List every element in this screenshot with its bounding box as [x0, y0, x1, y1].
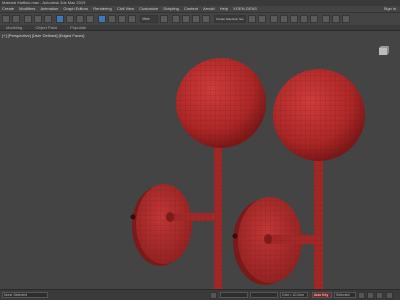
- render-frame-icon[interactable]: [332, 15, 340, 23]
- named-selection-sets-dropdown[interactable]: Create Selection Set: [214, 15, 246, 23]
- placement-icon[interactable]: [128, 15, 136, 23]
- spinner-snap-icon[interactable]: [202, 15, 210, 23]
- render-production-icon[interactable]: [342, 15, 350, 23]
- lamp-right-screw-hole: [232, 233, 238, 239]
- snap-toggle-icon[interactable]: [172, 15, 180, 23]
- x-coordinate-field[interactable]: [220, 292, 248, 298]
- schematic-view-icon[interactable]: [300, 15, 308, 23]
- reference-coordinate-dropdown[interactable]: View: [140, 15, 158, 23]
- rotate-icon[interactable]: [108, 15, 116, 23]
- angle-snap-icon[interactable]: [182, 15, 190, 23]
- align-icon[interactable]: [258, 15, 266, 23]
- move-icon[interactable]: [98, 15, 106, 23]
- render-setup-icon[interactable]: [322, 15, 330, 23]
- curve-editor-icon[interactable]: [290, 15, 298, 23]
- go-to-end-icon[interactable]: [376, 292, 383, 299]
- lock-selection-icon[interactable]: [210, 292, 217, 299]
- selection-status: None Selected: [2, 292, 48, 298]
- status-bar: None Selected Grid = 10.0cm Auto Key Sel…: [0, 289, 400, 300]
- mirror-icon[interactable]: [248, 15, 256, 23]
- layer-explorer-icon[interactable]: [270, 15, 278, 23]
- selected-dropdown[interactable]: Selected: [334, 292, 356, 298]
- play-icon[interactable]: [367, 292, 374, 299]
- auto-key-button[interactable]: Auto Key: [312, 292, 332, 298]
- lamp-right-arm-collar: [264, 234, 272, 244]
- select-by-name-icon[interactable]: [66, 15, 74, 23]
- lamp-left-screw-hole: [130, 214, 136, 220]
- select-object-icon[interactable]: [56, 15, 64, 23]
- unlink-icon[interactable]: [34, 15, 42, 23]
- lamp-left-arm-collar: [166, 212, 174, 222]
- y-coordinate-field[interactable]: [250, 292, 278, 298]
- material-editor-icon[interactable]: [310, 15, 318, 23]
- zoom-extents-icon[interactable]: [386, 292, 393, 299]
- go-to-start-icon[interactable]: [358, 292, 365, 299]
- perspective-viewport[interactable]: [+] [Perspective] [User Defined] [Edged …: [0, 31, 400, 289]
- link-icon[interactable]: [24, 15, 32, 23]
- grid-spacing-readout: Grid = 10.0cm: [280, 292, 308, 298]
- scale-icon[interactable]: [118, 15, 126, 23]
- selection-region-icon[interactable]: [76, 15, 84, 23]
- redo-icon[interactable]: [12, 15, 20, 23]
- pivot-icon[interactable]: [160, 15, 168, 23]
- toggle-ribbon-icon[interactable]: [280, 15, 288, 23]
- window-crossing-icon[interactable]: [86, 15, 94, 23]
- scene-canvas: [130, 58, 365, 289]
- percent-snap-icon[interactable]: [192, 15, 200, 23]
- window-title: Material Maffulo.max - Autodesk 3ds Max …: [2, 0, 86, 5]
- main-toolbar: View Create Selection Set: [0, 12, 400, 25]
- bind-space-warp-icon[interactable]: [44, 15, 52, 23]
- undo-icon[interactable]: [2, 15, 10, 23]
